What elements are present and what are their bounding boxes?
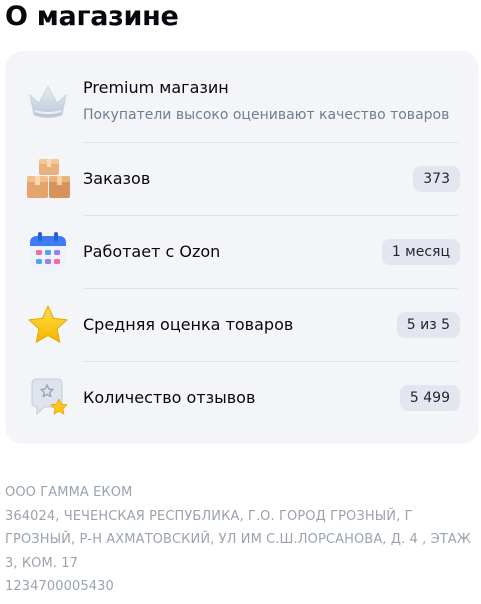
company-registration-number: 1234700005430 [5,579,114,594]
average-rating-row[interactable]: Средняя оценка товаров 5 из 5 [5,289,479,361]
reviews-count-row[interactable]: Количество отзывов 5 499 [5,362,479,434]
duration-badge: 1 месяц [381,239,460,265]
company-address: 364024, ЧЕЧЕНСКАЯ РЕСПУБЛИКА, Г.О. ГОРОД… [5,508,471,571]
calendar-icon [25,229,71,275]
legal-info: ООО ГАММА ЕКОМ 364024, ЧЕЧЕНСКАЯ РЕСПУБЛ… [5,481,475,599]
star-icon [25,302,71,348]
premium-title: Premium магазин [83,78,229,97]
orders-row[interactable]: Заказов 373 [5,143,479,215]
crown-icon [25,78,71,124]
orders-label: Заказов [83,169,151,188]
works-with-ozon-label: Работает с Ozon [83,242,221,261]
reviews-count-badge: 5 499 [399,385,460,411]
boxes-icon [25,156,71,202]
reviews-count-label: Количество отзывов [83,388,256,407]
company-name: ООО ГАММА ЕКОМ [5,485,133,500]
review-bubble-icon [25,375,71,421]
premium-description: Покупатели высоко оценивают качество тов… [83,107,450,123]
average-rating-label: Средняя оценка товаров [83,315,294,334]
page-title: О магазине [5,1,179,32]
premium-row[interactable]: Premium магазин Покупатели высоко оценив… [5,71,479,131]
works-with-ozon-row[interactable]: Работает с Ozon 1 месяц [5,216,479,288]
shop-info-card: Premium магазин Покупатели высоко оценив… [5,51,479,444]
orders-count-badge: 373 [413,166,460,192]
rating-badge: 5 из 5 [396,312,460,338]
